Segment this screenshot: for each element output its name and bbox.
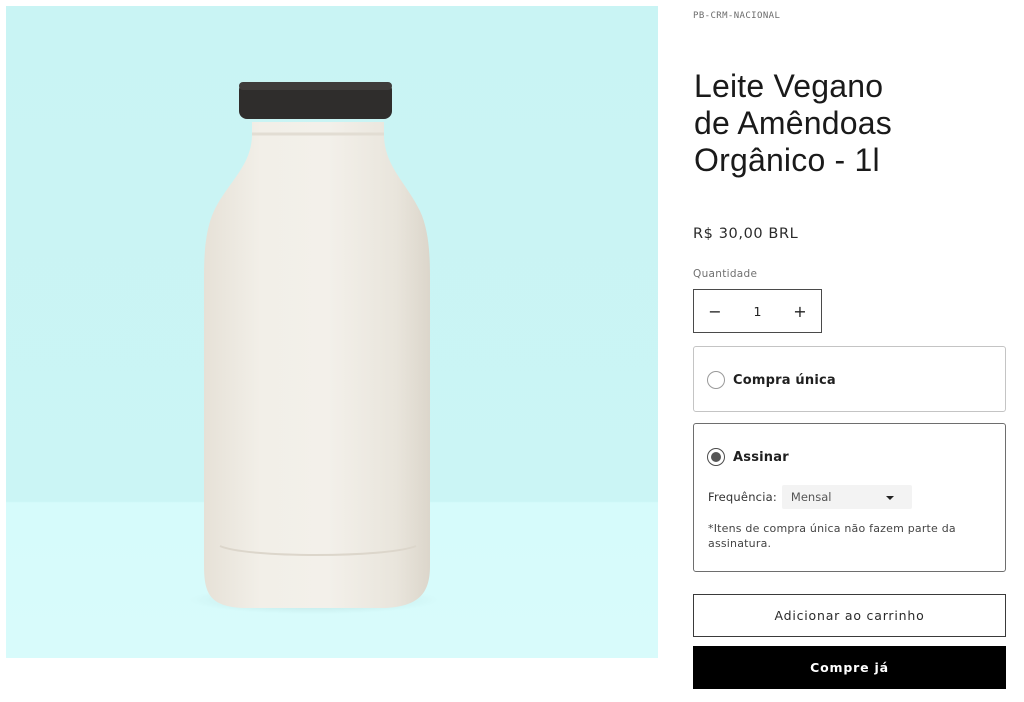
product-title: Leite Vegano de Amêndoas Orgânico - 1l: [694, 68, 994, 179]
one-time-label: Compra única: [733, 372, 836, 388]
one-time-radio[interactable]: [707, 371, 725, 389]
subscription-radio[interactable]: [707, 448, 725, 466]
product-price: R$ 30,00 BRL: [693, 226, 799, 242]
quantity-input[interactable]: [736, 290, 779, 332]
one-time-purchase-radio-row[interactable]: Compra única: [707, 371, 836, 389]
title-line: Leite Vegano: [694, 68, 884, 104]
caret-down-icon: [885, 496, 894, 500]
product-sku: PB-CRM-NACIONAL: [693, 11, 781, 21]
add-to-cart-button[interactable]: Adicionar ao carrinho: [693, 594, 1006, 637]
subscription-note: *Itens de compra única não fazem parte d…: [708, 522, 956, 550]
buy-now-button[interactable]: Compre já: [693, 646, 1006, 689]
quantity-label: Quantidade: [693, 268, 758, 280]
quantity-increment-button[interactable]: +: [779, 290, 821, 332]
title-line: Orgânico - 1l: [694, 142, 880, 178]
frequency-label: Frequência:: [708, 490, 777, 504]
product-image[interactable]: [6, 6, 658, 658]
quantity-stepper: − +: [693, 289, 822, 333]
one-time-purchase-option[interactable]: Compra única: [693, 346, 1006, 412]
frequency-value: Mensal: [790, 490, 832, 504]
title-line: de Amêndoas: [694, 105, 892, 141]
milk-bottle-image: [189, 82, 439, 614]
frequency-row: Frequência: Mensal: [708, 485, 912, 509]
subscription-radio-row[interactable]: Assinar: [707, 448, 789, 466]
subscription-option[interactable]: Assinar Frequência: Mensal *Itens de com…: [693, 423, 1006, 572]
quantity-decrement-button[interactable]: −: [694, 290, 736, 332]
subscription-label: Assinar: [733, 449, 789, 465]
frequency-select[interactable]: Mensal: [781, 485, 912, 509]
